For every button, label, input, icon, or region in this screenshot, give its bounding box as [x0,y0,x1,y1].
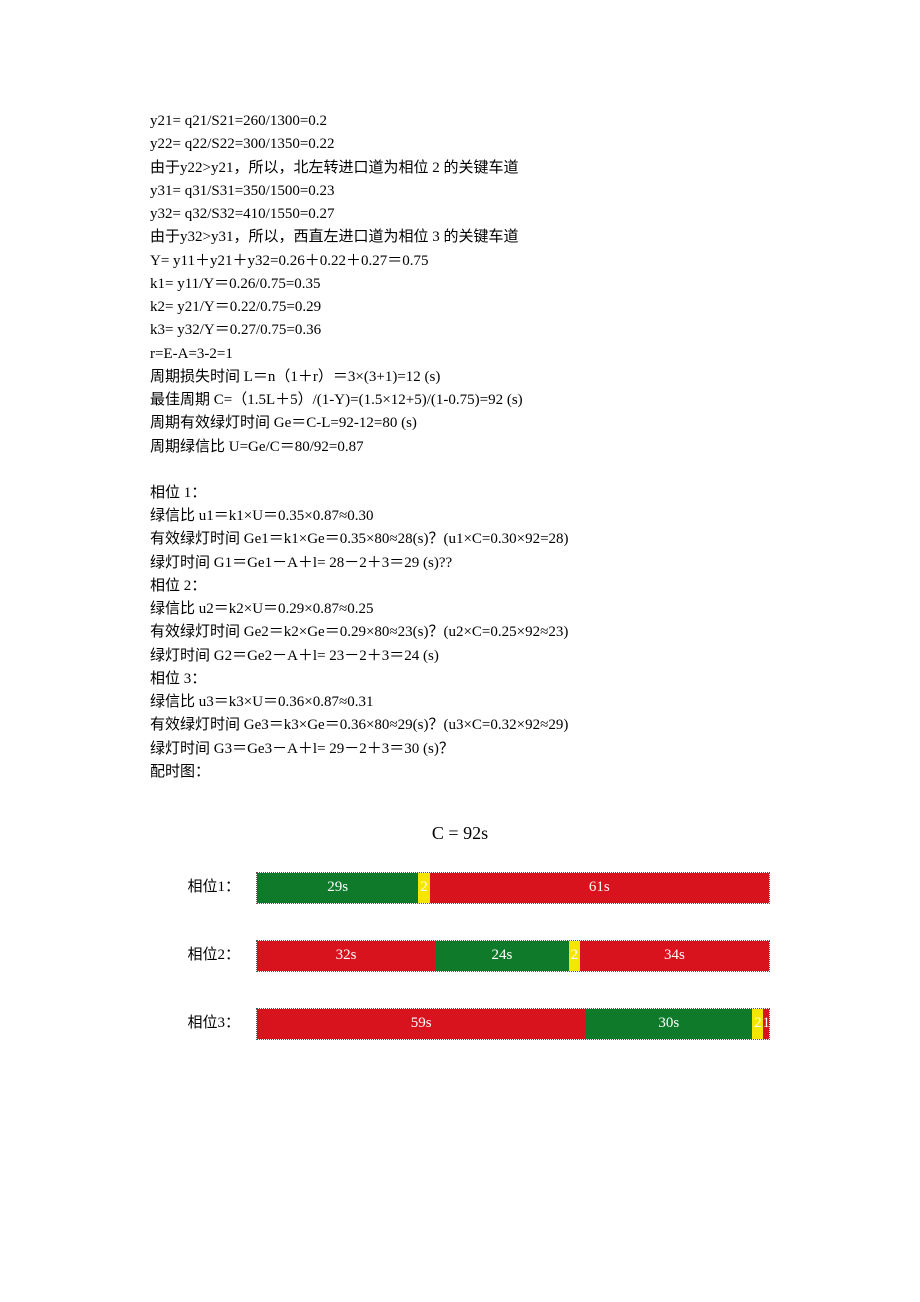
phase-label: 相位3： [150,1012,256,1035]
red-segment: 59s [257,1009,585,1039]
calculation-text: y21= q21/S21=260/1300=0.2y22= q22/S22=30… [150,110,770,784]
text-line: k3= y32/Y＝0.27/0.75=0.36 [150,319,770,342]
yellow-segment: 2 [418,873,429,903]
text-line: k1= y11/Y＝0.26/0.75=0.35 [150,273,770,296]
phase-bar: 59s30s21 [256,1008,770,1040]
phase-row: 相位1：29s261s [150,872,770,904]
text-line: y31= q31/S31=350/1500=0.23 [150,180,770,203]
text-line: 最佳周期 C=（1.5L＋5）/(1-Y)=(1.5×12+5)/(1-0.75… [150,389,770,412]
phase-bar: 32s24s234s [256,940,770,972]
text-line: 周期损失时间 L＝n（1＋r）＝3×(3+1)=12 (s) [150,366,770,389]
text-line: 绿灯时间 G1＝Ge1－A＋l= 28－2＋3＝29 (s)?? [150,552,770,575]
text-line: 由于y32>y31，所以，西直左进口道为相位 3 的关键车道 [150,226,770,249]
phase-label: 相位1： [150,876,256,899]
text-line: 有效绿灯时间 Ge3＝k3×Ge＝0.36×80≈29(s)？(u3×C=0.3… [150,714,770,737]
text-line: k2= y21/Y＝0.22/0.75=0.29 [150,296,770,319]
text-line: y32= q32/S32=410/1550=0.27 [150,203,770,226]
text-line: 周期有效绿灯时间 Ge＝C-L=92-12=80 (s) [150,412,770,435]
phase-bar: 29s261s [256,872,770,904]
phase-row: 相位2：32s24s234s [150,940,770,972]
cycle-title: C = 92s [150,820,770,848]
text-line: 绿信比 u3＝k3×U＝0.36×0.87≈0.31 [150,691,770,714]
text-line: 绿灯时间 G2＝Ge2－A＋l= 23－2＋3＝24 (s) [150,645,770,668]
text-line: Y= y11＋y21＋y32=0.26＋0.22＋0.27＝0.75 [150,250,770,273]
text-line: 配时图： [150,761,770,784]
text-line: 相位 1： [150,482,770,505]
text-line: y22= q22/S22=300/1350=0.22 [150,133,770,156]
phase-row: 相位3：59s30s21 [150,1008,770,1040]
text-line: 绿信比 u2＝k2×U＝0.29×0.87≈0.25 [150,598,770,621]
yellow-segment: 2 [569,941,580,971]
green-segment: 24s [435,941,569,971]
timing-diagram: C = 92s 相位1：29s261s相位2：32s24s234s相位3：59s… [150,820,770,1040]
text-line: 周期绿信比 U=Ge/C＝80/92=0.87 [150,436,770,459]
text-line: 相位 3： [150,668,770,691]
text-line: 有效绿灯时间 Ge2＝k2×Ge＝0.29×80≈23(s)？(u2×C=0.2… [150,621,770,644]
green-segment: 30s [585,1009,752,1039]
green-segment: 29s [257,873,418,903]
red-segment: 32s [257,941,435,971]
text-line: r=E-A=3-2=1 [150,343,770,366]
text-line: 有效绿灯时间 Ge1＝k1×Ge＝0.35×80≈28(s)？(u1×C=0.3… [150,528,770,551]
red-segment: 34s [580,941,769,971]
text-line: y21= q21/S21=260/1300=0.2 [150,110,770,133]
red-segment: 61s [430,873,769,903]
text-line: 由于y22>y21，所以，北左转进口道为相位 2 的关键车道 [150,157,770,180]
red-segment: 1 [763,1009,769,1039]
phase-label: 相位2： [150,944,256,967]
text-line: 绿灯时间 G3＝Ge3－A＋l= 29－2＋3＝30 (s)？ [150,738,770,761]
text-line: 相位 2： [150,575,770,598]
text-line: 绿信比 u1＝k1×U＝0.35×0.87≈0.30 [150,505,770,528]
